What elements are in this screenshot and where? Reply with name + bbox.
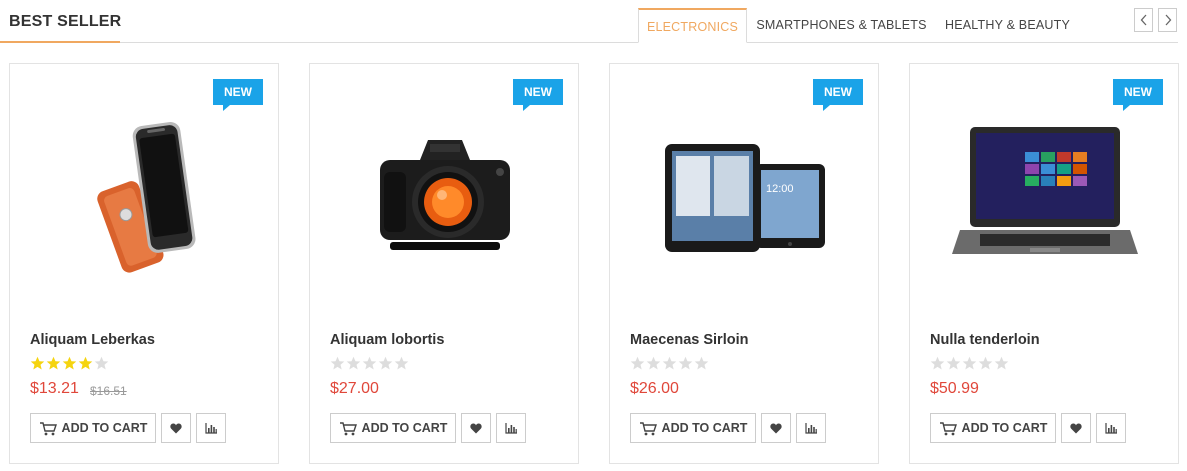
heart-icon	[770, 423, 782, 433]
product-card: NEW Aliquam Leberkas $13.21 $16.51 ADD T…	[9, 63, 279, 464]
star-filled-icon	[78, 356, 93, 370]
heart-icon	[470, 423, 482, 433]
bar-chart-icon	[204, 422, 217, 434]
star-empty-icon	[994, 356, 1009, 370]
product-card: NEW Aliquam lobortis $27.00 ADD TO CART	[309, 63, 579, 464]
tab-smartphones-tablets[interactable]: SMARTPHONES & TABLETS	[755, 8, 928, 43]
star-empty-icon	[946, 356, 961, 370]
add-to-cart-label: ADD TO CART	[361, 421, 448, 435]
star-empty-icon	[346, 356, 361, 370]
chevron-left-icon	[1140, 14, 1146, 26]
wishlist-button[interactable]	[1061, 413, 1091, 443]
bar-chart-icon	[504, 422, 517, 434]
next-button[interactable]	[1158, 8, 1177, 32]
rating-stars	[630, 356, 709, 371]
star-empty-icon	[378, 356, 393, 370]
star-empty-icon	[646, 356, 661, 370]
wishlist-button[interactable]	[461, 413, 491, 443]
wishlist-button[interactable]	[761, 413, 791, 443]
product-name[interactable]: Aliquam Leberkas	[30, 332, 155, 348]
cart-icon	[39, 421, 57, 435]
tab-electronics[interactable]: ELECTRONICS	[638, 8, 747, 43]
add-to-cart-label: ADD TO CART	[661, 421, 748, 435]
bar-chart-icon	[804, 422, 817, 434]
star-empty-icon	[978, 356, 993, 370]
add-to-cart-label: ADD TO CART	[61, 421, 148, 435]
star-empty-icon	[662, 356, 677, 370]
bar-chart-icon	[1104, 422, 1117, 434]
product-name[interactable]: Maecenas Sirloin	[630, 332, 748, 348]
product-price: $50.99	[930, 380, 979, 397]
tablets-image: 12:00	[665, 144, 825, 252]
star-filled-icon	[46, 356, 61, 370]
rating-stars	[30, 356, 109, 371]
cart-icon	[939, 421, 957, 435]
star-empty-icon	[930, 356, 945, 370]
rating-stars	[330, 356, 409, 371]
section-header: BEST SELLER ELECTRONICS SMARTPHONES & TA…	[0, 0, 1178, 43]
product-image[interactable]	[30, 94, 260, 294]
cart-icon	[639, 421, 657, 435]
prev-button[interactable]	[1134, 8, 1153, 32]
add-to-cart-button[interactable]: ADD TO CART	[630, 413, 756, 443]
product-image[interactable]	[930, 94, 1160, 294]
compare-button[interactable]	[796, 413, 826, 443]
add-to-cart-button[interactable]: ADD TO CART	[30, 413, 156, 443]
star-empty-icon	[362, 356, 377, 370]
product-price: $27.00	[330, 380, 379, 397]
wishlist-button[interactable]	[161, 413, 191, 443]
add-to-cart-button[interactable]: ADD TO CART	[330, 413, 456, 443]
heart-icon	[170, 423, 182, 433]
star-filled-icon	[30, 356, 45, 370]
add-to-cart-button[interactable]: ADD TO CART	[930, 413, 1056, 443]
laptop-image	[952, 126, 1138, 254]
heart-icon	[1070, 423, 1082, 433]
tab-healthy-beauty[interactable]: HEALTHY & BEAUTY	[940, 8, 1075, 43]
product-card: NEW 12:00 Maecenas Sirloin $26.00 ADD TO…	[609, 63, 879, 464]
product-price: $13.21	[30, 380, 79, 397]
svg-text:12:00: 12:00	[766, 183, 794, 195]
star-filled-icon	[62, 356, 77, 370]
smartphone-image	[97, 121, 196, 273]
star-empty-icon	[962, 356, 977, 370]
product-name[interactable]: Nulla tenderloin	[930, 332, 1040, 348]
camera-image	[380, 139, 510, 250]
star-empty-icon	[630, 356, 645, 370]
chevron-right-icon	[1165, 14, 1171, 26]
star-empty-icon	[694, 356, 709, 370]
product-card: NEW Nulla tenderloin $50.99 ADD TO CART	[909, 63, 1179, 464]
compare-button[interactable]	[496, 413, 526, 443]
product-name[interactable]: Aliquam lobortis	[330, 332, 444, 348]
rating-stars	[930, 356, 1009, 371]
star-empty-icon	[94, 356, 109, 370]
title-underline	[0, 41, 120, 43]
star-empty-icon	[330, 356, 345, 370]
product-old-price: $16.51	[90, 384, 127, 398]
compare-button[interactable]	[1096, 413, 1126, 443]
star-empty-icon	[678, 356, 693, 370]
add-to-cart-label: ADD TO CART	[961, 421, 1048, 435]
product-image[interactable]: 12:00	[630, 94, 860, 294]
section-title: BEST SELLER	[9, 13, 122, 30]
compare-button[interactable]	[196, 413, 226, 443]
cart-icon	[339, 421, 357, 435]
star-empty-icon	[394, 356, 409, 370]
product-image[interactable]	[330, 94, 560, 294]
product-price: $26.00	[630, 380, 679, 397]
